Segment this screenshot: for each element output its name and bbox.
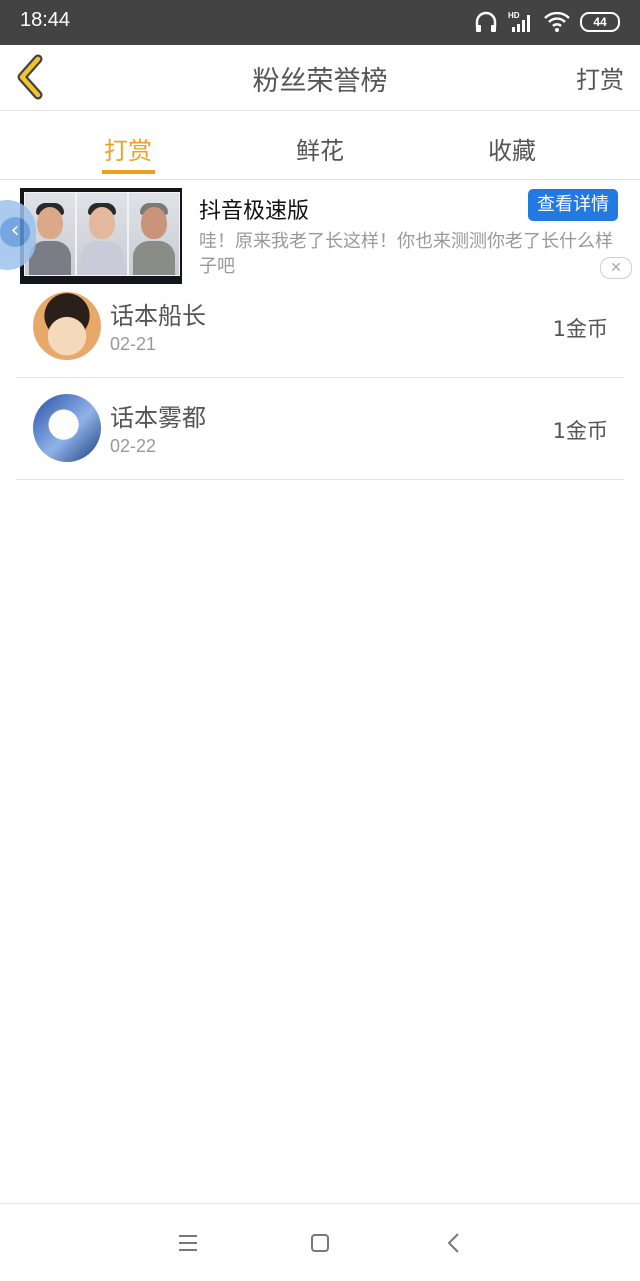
reward-button[interactable]: 打赏 <box>576 60 624 95</box>
system-nav-bar <box>0 1203 640 1281</box>
status-time: 18:44 <box>20 9 71 31</box>
back-nav-icon[interactable] <box>441 1230 467 1256</box>
headset-icon <box>475 11 497 32</box>
reward-amount: 1金币 <box>552 419 608 443</box>
home-icon[interactable] <box>307 1230 333 1256</box>
list-item[interactable]: 话本雾都 02-22 1金币 <box>16 378 624 480</box>
chevron-left-icon: ‹ <box>0 217 30 247</box>
reward-date: 02-22 <box>110 436 157 456</box>
ad-banner[interactable]: 抖音极速版 查看详情 哇！原来我老了长这样！你也来测测你老了长什么样子吧 ✕ <box>0 180 640 285</box>
nav-bar: 粉丝荣誉榜 打赏 <box>0 45 640 111</box>
page-title: 粉丝荣誉榜 <box>252 66 388 97</box>
avatar <box>33 292 101 360</box>
list-item[interactable]: 话本船长 02-21 1金币 <box>16 276 624 378</box>
ad-image <box>20 188 182 284</box>
tab-flowers[interactable]: 鲜花 <box>260 131 380 166</box>
ad-title: 抖音极速版 <box>199 199 310 224</box>
wifi-icon <box>544 12 570 32</box>
reward-amount: 1金币 <box>552 317 608 341</box>
user-name: 话本船长 <box>110 302 206 330</box>
tab-bar: 打赏 鲜花 收藏 <box>0 111 640 180</box>
ad-photo-middle <box>76 192 128 276</box>
user-name: 话本雾都 <box>110 404 206 432</box>
tab-active-indicator <box>102 170 155 174</box>
menu-icon[interactable] <box>175 1230 201 1256</box>
avatar <box>33 394 101 462</box>
tab-reward[interactable]: 打赏 <box>68 131 188 166</box>
status-bar: 18:44 HD 44 <box>0 0 640 45</box>
reward-date: 02-21 <box>110 334 157 354</box>
reward-list: 话本船长 02-21 1金币 话本雾都 02-22 1金币 <box>16 276 624 480</box>
network-type-label: HD <box>508 11 520 20</box>
status-icons: HD 44 <box>474 8 620 36</box>
tab-favorites[interactable]: 收藏 <box>452 131 572 166</box>
battery-icon: 44 <box>580 12 620 32</box>
ad-description: 哇！原来我老了长这样！你也来测测你老了长什么样子吧 <box>199 231 613 277</box>
ad-details-button[interactable]: 查看详情 <box>528 189 618 221</box>
signal-icon: HD <box>508 11 530 32</box>
ad-photo-old <box>128 192 180 276</box>
